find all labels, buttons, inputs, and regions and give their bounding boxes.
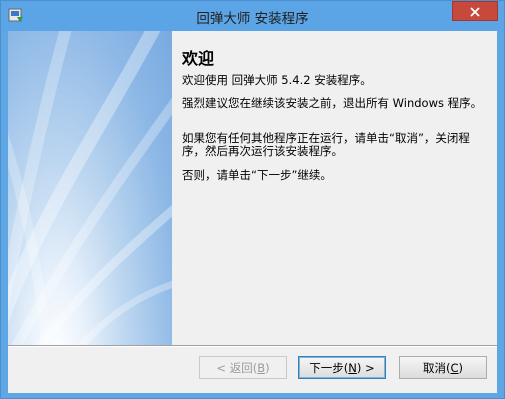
- cancel-accelerator-key: C: [450, 360, 459, 375]
- window-title: 回弹大师 安装程序: [196, 11, 309, 27]
- back-button-suffix: ): [265, 360, 270, 375]
- dialog-client-area: 欢迎 欢迎使用 回弹大师 5.4.2 安装程序。 强烈建议您在继续该安装之前，退…: [8, 31, 497, 393]
- next-button[interactable]: 下一步(N) >: [298, 356, 386, 379]
- welcome-heading: 欢迎: [182, 49, 215, 68]
- close-programs-advice: 强烈建议您在继续该安装之前，退出所有 Windows 程序。: [182, 96, 483, 110]
- button-divider: [8, 345, 497, 347]
- cancel-instructions: 如果您有任何其他程序正在运行，请单击“取消”，关闭程序，然后再次运行该安装程序。: [182, 131, 470, 158]
- side-banner-image: [8, 31, 172, 345]
- title-bar[interactable]: 回弹大师 安装程序: [1, 1, 504, 31]
- back-accelerator-key: B: [257, 360, 266, 375]
- back-button-label: < 返回(: [216, 360, 258, 375]
- close-button[interactable]: [452, 1, 498, 21]
- next-button-label: 下一步(: [309, 360, 349, 375]
- back-button[interactable]: < 返回(B): [199, 356, 287, 379]
- installer-window: 回弹大师 安装程序 欢迎 欢迎使用 回弹大师 5.4.2 安装程序。 强烈建议您…: [0, 0, 505, 399]
- cancel-button-suffix: ): [458, 360, 464, 375]
- close-icon: [470, 2, 480, 21]
- continue-instructions: 否则，请单击“下一步”继续。: [182, 168, 332, 182]
- welcome-content: 欢迎 欢迎使用 回弹大师 5.4.2 安装程序。 强烈建议您在继续该安装之前，退…: [172, 31, 497, 345]
- next-accelerator-key: N: [348, 360, 357, 375]
- next-button-suffix: ) >: [356, 360, 375, 375]
- welcome-text: 欢迎使用 回弹大师 5.4.2 安装程序。: [182, 73, 372, 87]
- cancel-button[interactable]: 取消(C): [399, 356, 487, 379]
- cancel-button-label: 取消(: [422, 360, 451, 375]
